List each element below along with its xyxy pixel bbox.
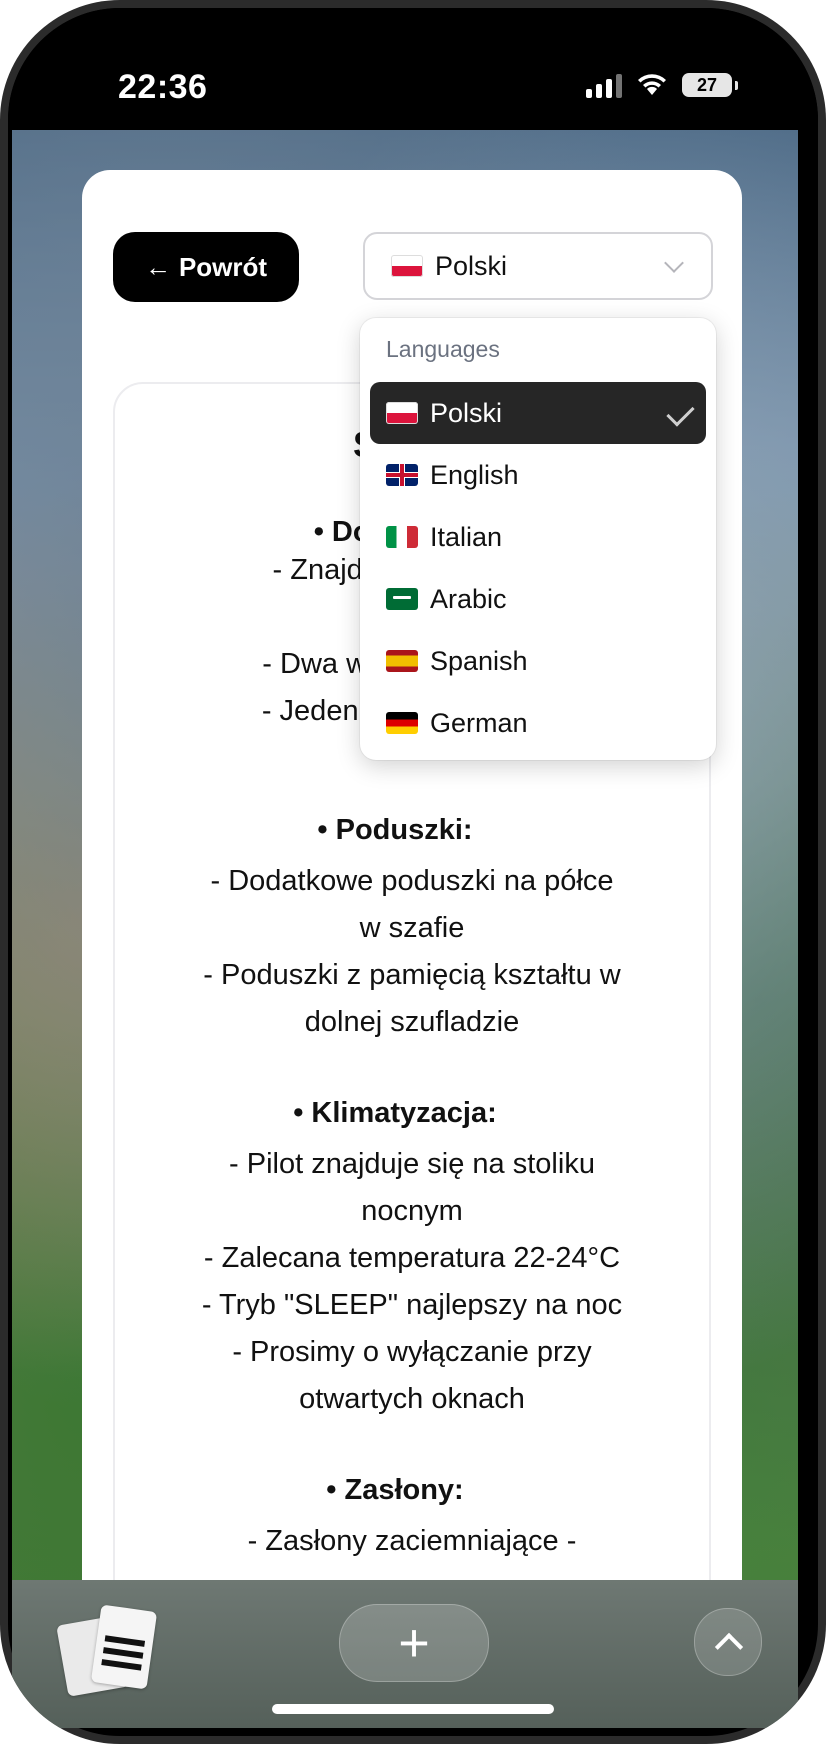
uk-flag-icon [386,464,418,486]
add-button[interactable]: + [339,1604,489,1682]
ac-line: - Zalecana temperatura 22-24°C [203,1242,621,1274]
wifi-icon [638,74,666,95]
chevron-up-icon [714,1632,744,1662]
language-option-label: Italian [430,521,503,552]
language-option-english[interactable]: English [370,444,706,506]
battery-icon: 27 [682,73,738,97]
pillows-line: - Dodatkowe poduszki na półce [210,865,614,897]
ac-heading: • Klimatyzacja: [293,1097,497,1129]
language-option-italian[interactable]: Italian [370,506,706,568]
pillows-line: w szafie [359,912,465,944]
pillows-line: - Poduszki z pamięcią kształtu w [203,959,621,991]
language-option-label: Polski [430,397,503,428]
curtains-line: - Zasłony zaciemniające - [247,1525,577,1557]
language-dropdown: Languages Polski English Italian Arabic … [360,318,716,760]
spain-flag-icon [386,650,418,672]
checkmark-icon [666,398,695,427]
pillows-line: dolnej szufladzie [304,1006,520,1038]
language-option-arabic[interactable]: Arabic [370,568,706,630]
dropdown-header: Languages [386,336,500,362]
italy-flag-icon [386,526,418,548]
status-icons: 27 [586,72,738,98]
arrow-left-icon: ← [144,251,171,282]
language-option-label: Spanish [430,645,528,676]
scroll-up-button[interactable] [694,1608,762,1676]
poland-flag-icon [386,402,418,424]
poland-flag-icon [391,255,423,277]
cellular-signal-icon [586,72,622,98]
ac-line: - Prosimy o wyłączanie przy [232,1336,592,1368]
chevron-down-icon [664,253,684,273]
ac-line: otwartych oknach [299,1383,525,1415]
pillows-heading: • Poduszki: [317,814,473,846]
back-button-label: Powrót [178,251,268,282]
language-option-spanish[interactable]: Spanish [370,630,706,692]
home-indicator[interactable] [272,1704,554,1714]
phone-frame: 22:36 27 ← Powrót Polski • Dod - Znajduj… [0,0,826,1744]
cards-thumbnail-icon[interactable] [56,1604,162,1697]
app-screen: ← Powrót Polski Sypialn • Dod - Znajdują… [12,130,798,1580]
back-button[interactable]: ← Powrót [113,232,299,302]
language-option-label: German [430,707,528,738]
saudi-flag-icon [386,588,418,610]
language-option-polski[interactable]: Polski [370,382,706,444]
status-bar: 22:36 27 [8,8,818,138]
ac-line: nocnym [361,1195,463,1227]
status-time: 22:36 [118,68,208,106]
language-select-value: Polski [435,250,508,281]
ac-line: - Pilot znajduje się na stoliku [229,1148,595,1180]
language-option-label: English [430,459,519,490]
language-option-german[interactable]: German [370,692,706,754]
germany-flag-icon [386,712,418,734]
language-select[interactable]: Polski [363,232,713,300]
language-option-label: Arabic [430,583,507,614]
curtains-heading: • Zasłony: [326,1474,464,1506]
ac-line: - Tryb "SLEEP" najlepszy na noc [201,1289,623,1321]
